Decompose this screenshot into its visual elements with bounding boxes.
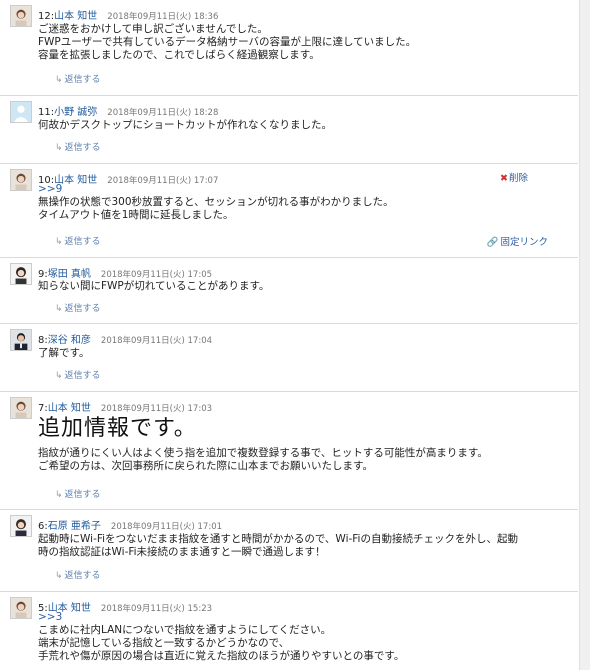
author-name[interactable]: 小野 誠弥	[54, 107, 97, 118]
body-line: 時の指紋認証はWi-Fi未接続のまま通すと一瞬で通過します！	[38, 546, 326, 558]
body-line: こまめに社内LANにつないで指紋を通すようにしてください。	[38, 624, 332, 636]
comment-body: 了解です。	[38, 347, 89, 360]
comment-number: 7:	[38, 403, 48, 414]
comment-header: 11:小野 誠弥 2018年09月11日(火) 18:28	[38, 103, 218, 118]
post-date: 2018年09月11日(火) 17:01	[110, 522, 223, 532]
reply-arrow-icon: ↳	[55, 143, 63, 153]
reply-reference[interactable]: >>9	[38, 183, 394, 196]
body-line: タイムアウト値を1時間に延長しました。	[38, 209, 234, 221]
post-date: 2018年09月11日(火) 17:05	[100, 270, 213, 280]
comment-header: 9:塚田 真帆 2018年09月11日(火) 17:05	[38, 265, 212, 280]
comment-body: ご迷惑をおかけして申し訳ございませんでした。 FWPユーザーで共有しているデータ…	[38, 23, 416, 62]
comment-number: 8:	[38, 335, 48, 346]
author-name[interactable]: 山本 知世	[54, 11, 97, 22]
body-line: 起動時にWi-Fiをつないだまま指紋を通すと時間がかかるので、Wi-Fiの自動接…	[38, 533, 518, 545]
reply-link[interactable]: ↳ 返信する	[55, 568, 101, 581]
avatar-yamamoto[interactable]	[10, 169, 32, 191]
avatar-default[interactable]	[10, 101, 32, 123]
avatar-yamamoto[interactable]	[10, 5, 32, 27]
reply-arrow-icon: ↳	[55, 490, 63, 500]
comment-number: 9:	[38, 269, 48, 280]
comment-thread: 12:山本 知世 2018年09月11日(火) 18:36 ご迷惑をおかけして申し…	[0, 0, 590, 670]
reply-arrow-icon: ↳	[55, 304, 63, 314]
comment-body: 起動時にWi-Fiをつないだまま指紋を通すと時間がかかるので、Wi-Fiの自動接…	[38, 533, 518, 559]
reply-link[interactable]: ↳ 返信する	[55, 234, 101, 247]
delete-x-icon: ✖	[500, 173, 508, 184]
comment-7: 7:山本 知世 2018年09月11日(火) 17:03 追加情報です。 指紋が通…	[0, 392, 578, 510]
comment-body: >>3 こまめに社内LANにつないで指紋を通すようにしてください。 端末が記憶し…	[38, 611, 404, 663]
avatar-yamamoto[interactable]	[10, 397, 32, 419]
reply-arrow-icon: ↳	[55, 571, 63, 581]
comment-12: 12:山本 知世 2018年09月11日(火) 18:36 ご迷惑をおかけして申し…	[0, 0, 578, 96]
body-line: 端末が記憶している指紋と一致するかどうかなので、	[38, 637, 290, 649]
avatar-tsukada[interactable]	[10, 263, 32, 285]
post-date: 2018年09月11日(火) 17:04	[100, 336, 213, 346]
comment-6: 6:石原 亜希子 2018年09月11日(火) 17:01 起動時にWi-Fiをつ…	[0, 510, 578, 592]
comment-header: 6:石原 亜希子 2018年09月11日(火) 17:01	[38, 517, 222, 532]
avatar-yamamoto[interactable]	[10, 597, 32, 619]
comment-number: 11:	[38, 107, 55, 118]
reply-link[interactable]: ↳ 返信する	[55, 140, 101, 153]
reply-reference[interactable]: >>3	[38, 611, 404, 624]
reply-arrow-icon: ↳	[55, 75, 63, 85]
comment-11: 11:小野 誠弥 2018年09月11日(火) 18:28 何故かデスクトップにシ…	[0, 96, 578, 164]
large-heading-text: 追加情報です。	[38, 416, 197, 441]
body-line: FWPユーザーで共有しているデータ格納サーバの容量が上限に達していました。	[38, 36, 417, 48]
comment-body: 知らない間にFWPが切れていることがあります。	[38, 280, 269, 293]
author-name[interactable]: 塚田 真帆	[48, 269, 91, 280]
body-line: 容量を拡張しましたので、これでしばらく経過観察します。	[38, 49, 320, 61]
scrollbar[interactable]	[579, 0, 590, 670]
author-name[interactable]: 深谷 和彦	[48, 335, 91, 346]
body-line: 了解です。	[38, 347, 90, 359]
post-date: 2018年09月11日(火) 18:28	[107, 108, 219, 118]
comment-header: 12:山本 知世 2018年09月11日(火) 18:36	[38, 7, 218, 22]
reply-link[interactable]: ↳ 返信する	[55, 487, 101, 500]
author-name[interactable]: 石原 亜希子	[48, 521, 101, 532]
comment-number: 6:	[38, 521, 48, 532]
avatar-fukaya[interactable]	[10, 329, 32, 351]
body-line: 手荒れや傷が原因の場合は直近に覚えた指紋のほうが通りやすいとの事です。	[38, 650, 405, 662]
comment-8: 8:深谷 和彦 2018年09月11日(火) 17:04 了解です。 ↳ 返信する	[0, 324, 578, 392]
comment-10: 10:山本 知世 2018年09月11日(火) 17:07 ✖削除 >>9 無操作…	[0, 164, 578, 258]
permalink-button[interactable]: 🔗 固定リンク	[487, 234, 548, 248]
comment-5: 5:山本 知世 2018年09月11日(火) 15:23 >>3 こまめに社内LA…	[0, 592, 578, 670]
comment-body: 指紋が通りにくい人はよく使う指を追加で複数登録する事で、ヒットする可能性が高まり…	[38, 447, 488, 473]
body-line: 無操作の状態で300秒放置すると、セッションが切れる事がわかりました。	[38, 196, 394, 208]
body-line: ご希望の方は、次回事務所に戻られた際に山本までお願いいたします。	[38, 460, 373, 472]
reply-arrow-icon: ↳	[55, 371, 63, 381]
comment-number: 12:	[38, 11, 55, 22]
body-line: 知らない間にFWPが切れていることがあります。	[38, 280, 270, 292]
comment-body: >>9 無操作の状態で300秒放置すると、セッションが切れる事がわかりました。 …	[38, 183, 394, 222]
post-date: 2018年09月11日(火) 17:03	[100, 404, 213, 414]
comment-9: 9:塚田 真帆 2018年09月11日(火) 17:05 知らない間にFWPが切れ…	[0, 258, 578, 324]
reply-link[interactable]: ↳ 返信する	[55, 72, 101, 85]
comment-header: 7:山本 知世 2018年09月11日(火) 17:03	[38, 399, 212, 414]
comment-body: 何故かデスクトップにショートカットが作れなくなりました。	[38, 119, 332, 132]
reply-link[interactable]: ↳ 返信する	[55, 368, 101, 381]
body-line: 指紋が通りにくい人はよく使う指を追加で複数登録する事で、ヒットする可能性が高まり…	[38, 447, 488, 459]
reply-link[interactable]: ↳ 返信する	[55, 301, 101, 314]
author-name[interactable]: 山本 知世	[48, 403, 91, 414]
avatar-ishihara[interactable]	[10, 515, 32, 537]
paperclip-icon: 🔗	[486, 237, 499, 248]
body-line: ご迷惑をおかけして申し訳ございませんでした。	[38, 23, 268, 35]
reply-arrow-icon: ↳	[55, 237, 63, 247]
delete-button[interactable]: ✖削除	[500, 170, 528, 184]
body-line: 何故かデスクトップにショートカットが作れなくなりました。	[38, 119, 332, 131]
post-date: 2018年09月11日(火) 18:36	[107, 12, 219, 22]
comment-header: 8:深谷 和彦 2018年09月11日(火) 17:04	[38, 331, 212, 346]
